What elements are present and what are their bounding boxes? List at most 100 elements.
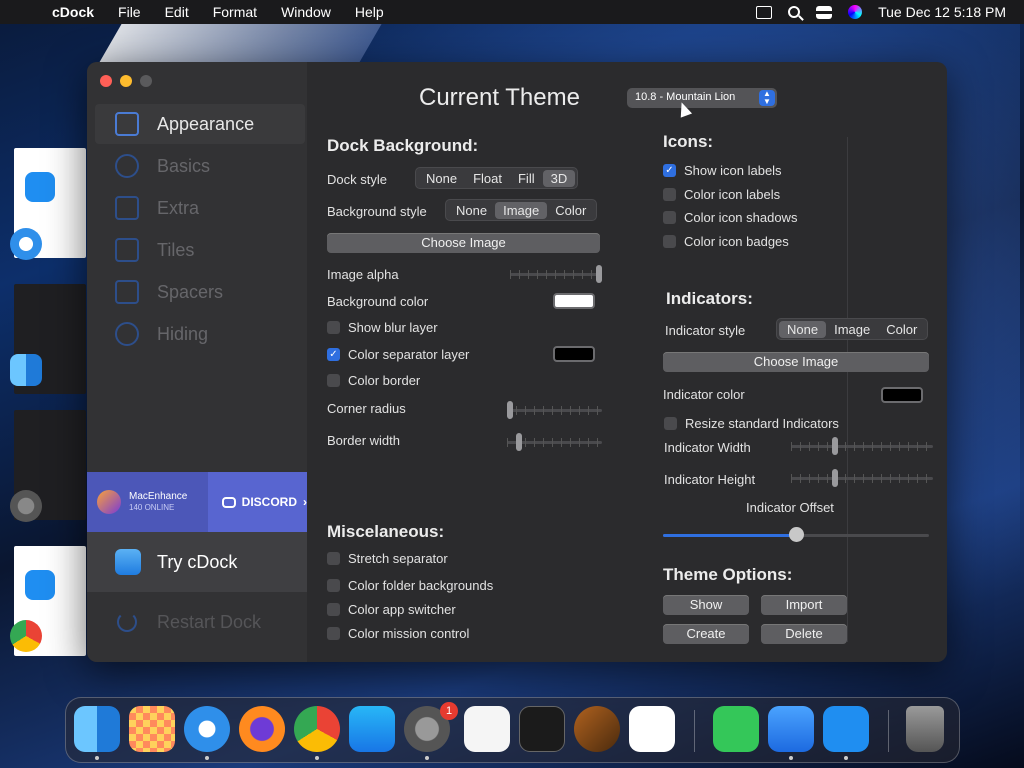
siri-icon[interactable] xyxy=(848,5,863,19)
garageband-icon[interactable] xyxy=(574,706,620,752)
menu-format[interactable]: Format xyxy=(201,4,269,20)
slider-knob[interactable] xyxy=(515,433,522,451)
discord-label: DISCORD xyxy=(241,495,297,509)
dock-style-fill[interactable]: Fill xyxy=(510,170,543,187)
indicator-style-color[interactable]: Color xyxy=(878,321,925,338)
dock-style-3d[interactable]: 3D xyxy=(542,169,576,187)
checkbox-label: Resize standard Indicators xyxy=(685,416,839,431)
menu-file[interactable]: File xyxy=(106,4,153,20)
restart-dock-label: Restart Dock xyxy=(157,611,262,632)
color-mission-control-checkbox[interactable]: Color mission control xyxy=(327,626,469,641)
checkbox-box xyxy=(327,552,340,565)
sidebar-item-spacers[interactable]: Spacers xyxy=(87,272,307,312)
restart-dock-button[interactable]: Restart Dock xyxy=(87,602,307,642)
safari-icon xyxy=(10,228,42,260)
image-alpha-label: Image alpha xyxy=(327,267,399,282)
vscode-icon[interactable] xyxy=(629,706,675,752)
bg-style-color[interactable]: Color xyxy=(547,202,594,219)
slider-knob[interactable] xyxy=(831,437,838,455)
checkbox-label: Color separator layer xyxy=(348,347,470,362)
indicator-width-slider[interactable] xyxy=(791,437,933,455)
control-center-icon[interactable] xyxy=(816,5,833,19)
color-icon-shadows-checkbox[interactable]: Color icon shadows xyxy=(663,210,797,225)
safari-icon[interactable] xyxy=(184,706,230,752)
checkbox-label: Show icon labels xyxy=(684,163,782,178)
finder-icon[interactable] xyxy=(74,706,120,752)
theme-select[interactable]: 10.8 - Mountain Lion ▲ ▼ xyxy=(627,88,777,108)
indicator-offset-slider[interactable] xyxy=(663,527,929,542)
firefox-icon[interactable] xyxy=(239,706,285,752)
keynote-icon[interactable] xyxy=(768,706,814,752)
trash-icon[interactable] xyxy=(906,706,944,752)
cdock-icon[interactable] xyxy=(823,706,869,752)
import-theme-button[interactable]: Import xyxy=(761,595,847,615)
sidebar-item-basics[interactable]: Basics xyxy=(87,146,307,186)
choose-bg-image-button[interactable]: Choose Image xyxy=(327,233,600,253)
discord-promo-banner[interactable]: MacEnhance 140 ONLINE DISCORD › xyxy=(87,472,307,532)
slider-knob[interactable] xyxy=(507,401,513,419)
menu-window[interactable]: Window xyxy=(269,4,343,20)
separator-color-swatch[interactable] xyxy=(553,346,595,362)
show-icon-labels-checkbox[interactable]: ✓ Show icon labels xyxy=(663,163,782,178)
textedit-icon[interactable] xyxy=(464,706,510,752)
terminal-icon[interactable] xyxy=(519,706,565,752)
close-button[interactable] xyxy=(100,75,112,87)
border-width-slider[interactable] xyxy=(507,433,602,451)
image-alpha-slider[interactable] xyxy=(510,265,602,283)
app-store-icon[interactable] xyxy=(349,706,395,752)
show-blur-checkbox[interactable]: Show blur layer xyxy=(327,320,438,335)
background-style-label: Background style xyxy=(327,204,427,219)
sidebar-item-extra[interactable]: Extra xyxy=(87,188,307,228)
launchpad-icon[interactable] xyxy=(129,706,175,752)
bg-style-none[interactable]: None xyxy=(448,202,495,219)
color-app-switcher-checkbox[interactable]: Color app switcher xyxy=(327,602,456,617)
bg-style-image[interactable]: Image xyxy=(495,201,548,219)
checkbox-box xyxy=(327,321,340,334)
corner-radius-slider[interactable] xyxy=(507,401,602,419)
screen-mirroring-icon[interactable] xyxy=(756,5,773,19)
zoom-button[interactable] xyxy=(140,75,152,87)
delete-theme-button[interactable]: Delete xyxy=(761,624,847,644)
spotlight-search-icon[interactable] xyxy=(788,6,801,18)
slider-knob[interactable] xyxy=(788,527,804,542)
menu-app-name[interactable]: cDock xyxy=(40,4,106,20)
sidebar-item-appearance[interactable]: Appearance xyxy=(95,104,305,144)
dock-style-float[interactable]: Float xyxy=(465,170,510,187)
color-border-checkbox[interactable]: Color border xyxy=(327,373,420,388)
menu-edit[interactable]: Edit xyxy=(153,4,201,20)
menu-help[interactable]: Help xyxy=(343,4,396,20)
icons-heading: Icons: xyxy=(663,132,714,151)
create-theme-button[interactable]: Create xyxy=(663,624,749,644)
background-color-label: Background color xyxy=(327,294,429,309)
checkbox-box xyxy=(327,627,340,640)
checkbox-label: Color icon labels xyxy=(684,187,781,202)
indicator-color-swatch[interactable] xyxy=(881,387,923,403)
menu-clock[interactable]: Tue Dec 12 5:18 PM xyxy=(878,4,1006,20)
minimize-button[interactable] xyxy=(120,75,132,87)
discord-link[interactable]: DISCORD › xyxy=(208,495,307,509)
indicator-style-none[interactable]: None xyxy=(779,320,827,338)
stretch-separator-checkbox[interactable]: Stretch separator xyxy=(327,551,448,566)
show-theme-button[interactable]: Show xyxy=(663,595,749,615)
sidebar-item-tiles[interactable]: Tiles xyxy=(87,230,307,270)
sidebar-item-hiding[interactable]: Hiding xyxy=(87,314,307,354)
dock-style-none[interactable]: None xyxy=(418,170,465,187)
sidebar-item-label: Tiles xyxy=(157,239,195,260)
choose-indicator-image-button[interactable]: Choose Image xyxy=(663,352,929,372)
resize-indicators-checkbox[interactable]: Resize standard Indicators xyxy=(664,416,839,431)
color-icon-badges-checkbox[interactable]: Color icon badges xyxy=(663,234,789,249)
color-icon-labels-checkbox[interactable]: Color icon labels xyxy=(663,187,780,202)
messages-icon[interactable] xyxy=(713,706,759,752)
color-separator-checkbox[interactable]: ✓ Color separator layer xyxy=(327,347,469,362)
indicator-style-image[interactable]: Image xyxy=(826,321,878,338)
chrome-icon[interactable] xyxy=(294,706,340,752)
background-color-swatch[interactable] xyxy=(553,293,595,309)
theme-options-heading: Theme Options: xyxy=(663,565,793,584)
slider-knob[interactable] xyxy=(831,469,838,487)
slider-knob[interactable] xyxy=(596,265,602,283)
indicator-height-slider[interactable] xyxy=(791,469,933,487)
try-cdock-button[interactable]: Try cDock xyxy=(87,532,307,592)
color-folder-bg-checkbox[interactable]: Color folder backgrounds xyxy=(327,578,493,593)
checkbox-label: Color app switcher xyxy=(348,602,456,617)
checkbox-label: Color border xyxy=(348,373,421,388)
